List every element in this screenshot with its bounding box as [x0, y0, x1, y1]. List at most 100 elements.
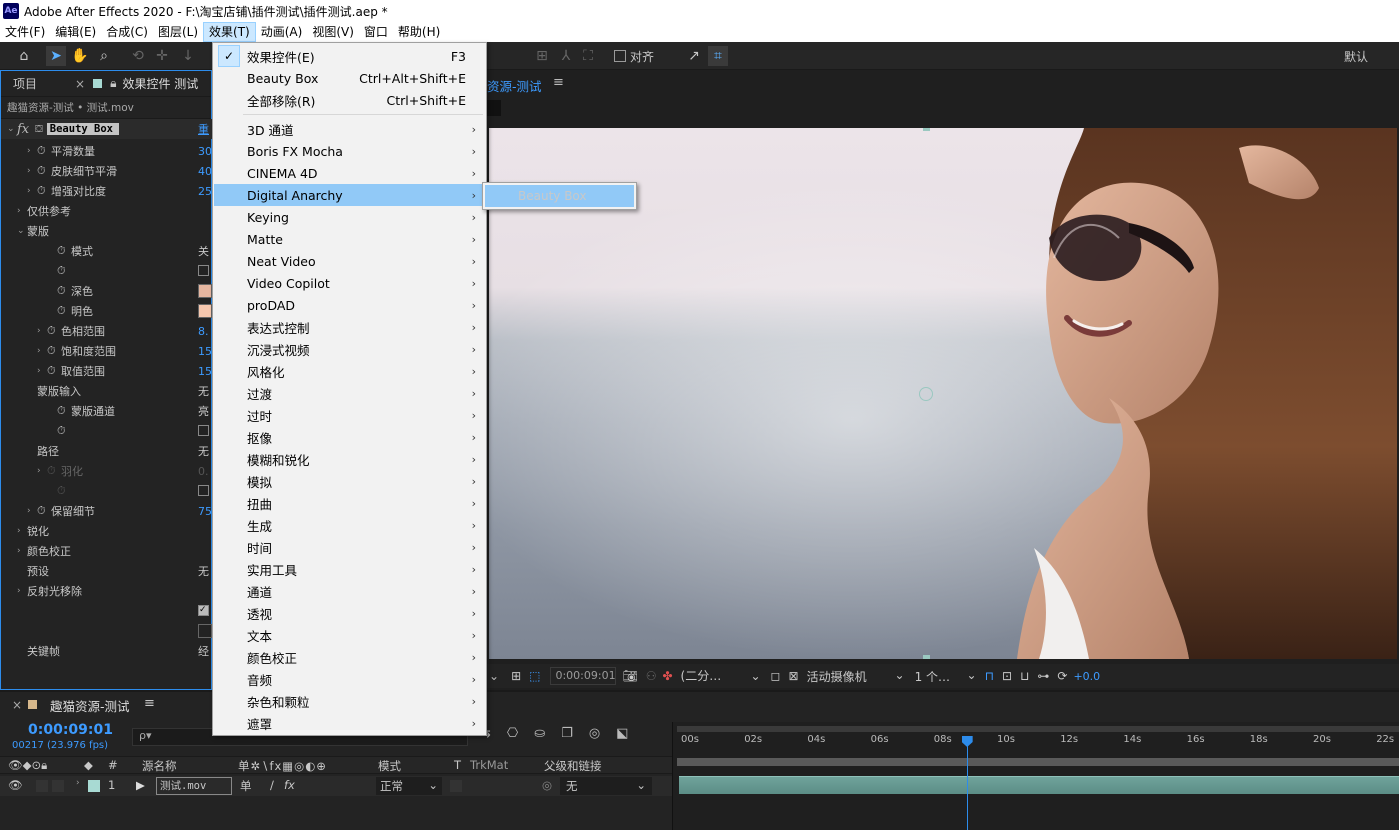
mask-visibility-icon[interactable]: ⬚: [529, 669, 540, 683]
menu-item[interactable]: Beauty Box Ctrl+Alt+Shift+E: [214, 67, 486, 89]
menu-category-item[interactable]: Video Copilot ›: [214, 272, 486, 294]
effect-param-row[interactable]: 路径 无: [1, 441, 213, 461]
blend-mode-select[interactable]: 正常 ⌄: [376, 777, 442, 795]
menu-category-item[interactable]: 风格化 ›: [214, 360, 486, 382]
panel-menu-icon[interactable]: ≡: [144, 696, 155, 711]
menu-effect[interactable]: 效果(T): [203, 22, 256, 42]
anchor-tool-icon[interactable]: ✛: [152, 46, 172, 66]
label-color-swatch[interactable]: [88, 780, 100, 792]
trkmat-select[interactable]: [450, 780, 462, 792]
layer-name[interactable]: 测试.mov: [156, 777, 232, 795]
fast-preview-icon[interactable]: ⊡: [1002, 669, 1012, 683]
expand-arrow-icon[interactable]: ›: [17, 206, 27, 216]
effect-param-row[interactable]: ⏱: [1, 261, 213, 281]
stopwatch-icon[interactable]: ⏱: [47, 344, 61, 358]
effect-param-row[interactable]: ⏱ 明色: [1, 301, 213, 321]
effect-param-row[interactable]: ⏱: [1, 481, 213, 501]
param-value[interactable]: 亮: [198, 403, 209, 419]
expand-arrow-icon[interactable]: ›: [37, 466, 47, 476]
menu-category-item[interactable]: 遮罩 ›: [214, 712, 486, 734]
menu-category-item[interactable]: 模糊和锐化 ›: [214, 448, 486, 470]
menu-category-item[interactable]: 音频 ›: [214, 668, 486, 690]
menu-category-item[interactable]: 颜色校正 ›: [214, 646, 486, 668]
motion-blur-icon[interactable]: ◎: [589, 726, 600, 741]
local-axis-icon[interactable]: ⊞: [532, 46, 552, 66]
menu-category-item[interactable]: 生成 ›: [214, 514, 486, 536]
selection-tool-icon[interactable]: ➤: [46, 46, 66, 66]
time-navigator[interactable]: [677, 758, 1399, 766]
column-source-name[interactable]: 源名称: [142, 758, 177, 774]
param-checkbox[interactable]: [198, 265, 209, 276]
effect-param-row[interactable]: › 反射光移除: [1, 581, 213, 601]
stopwatch-icon[interactable]: ⏱: [47, 324, 61, 338]
work-area-bar[interactable]: [677, 726, 1399, 732]
menu-file[interactable]: 文件(F): [0, 22, 50, 42]
effect-param-row[interactable]: › ⏱ 皮肤细节平滑 40: [1, 161, 213, 181]
effect-param-row[interactable]: 预设 无: [1, 561, 213, 581]
effect-param-row[interactable]: ⌄ 蒙版: [1, 221, 213, 241]
param-checkbox[interactable]: [198, 485, 209, 496]
menu-category-item[interactable]: Digital Anarchy ›: [214, 184, 486, 206]
fx-icon[interactable]: fx: [17, 122, 29, 137]
color-swatch[interactable]: [198, 284, 212, 298]
param-value[interactable]: 30: [198, 145, 212, 158]
stopwatch-icon[interactable]: ⏱: [47, 464, 61, 478]
world-axis-icon[interactable]: ⅄: [556, 46, 576, 66]
menu-category-item[interactable]: 杂色和颗粒 ›: [214, 690, 486, 712]
param-value[interactable]: 8.: [198, 325, 209, 338]
tab-project[interactable]: 项目: [13, 75, 37, 92]
menu-category-item[interactable]: Neat Video ›: [214, 250, 486, 272]
show-snapshot-icon[interactable]: ⚇: [646, 669, 657, 683]
effect-param-row[interactable]: ⏱ 深色: [1, 281, 213, 301]
magnification-dropdown-icon[interactable]: ⌄: [489, 669, 499, 683]
param-value[interactable]: 25: [198, 185, 212, 198]
expand-arrow-icon[interactable]: ›: [27, 186, 37, 196]
resolution-select[interactable]: (二分… ⌄: [681, 667, 761, 685]
timeline-comp-tab[interactable]: 趣猫资源-测试: [50, 696, 130, 715]
effect-reset-link[interactable]: 重: [198, 121, 209, 137]
comp-flowchart-icon[interactable]: ⎔: [507, 726, 518, 741]
effect-param-row[interactable]: [1, 621, 213, 641]
expand-arrow-icon[interactable]: ›: [27, 506, 37, 516]
region-of-interest-icon[interactable]: ◻: [771, 669, 781, 683]
comp-tab[interactable]: 资源-测试: [487, 76, 542, 95]
effect-switch-icon[interactable]: fx: [284, 778, 295, 792]
param-value[interactable]: 40: [198, 165, 212, 178]
layer-row[interactable]: 👁︎ › 1 ▶ 测试.mov 单 ∕ fx 正常 ⌄ ◎ 无 ⌄: [0, 776, 672, 796]
menu-window[interactable]: 窗口: [359, 22, 393, 42]
menu-item[interactable]: ✓ 效果控件(E) F3: [214, 45, 486, 67]
panel-menu-icon[interactable]: ≡: [553, 75, 564, 90]
stopwatch-icon[interactable]: ⏱: [57, 304, 71, 318]
close-tab-icon[interactable]: ×: [75, 77, 85, 91]
transparency-grid-icon[interactable]: ⊠: [789, 669, 799, 683]
stopwatch-icon[interactable]: ⏱: [37, 184, 51, 198]
effect-param-row[interactable]: › ⏱ 保留细节 75: [1, 501, 213, 521]
expand-arrow-icon[interactable]: ⌄: [17, 226, 27, 236]
param-value[interactable]: 15: [198, 365, 212, 378]
snap-checkbox[interactable]: [614, 50, 626, 62]
reset-exposure-icon[interactable]: ⟳: [1057, 669, 1067, 683]
param-checkbox[interactable]: [198, 425, 209, 436]
playhead-handle-icon[interactable]: [961, 736, 973, 747]
effect-param-row[interactable]: › 颜色校正: [1, 541, 213, 561]
param-button[interactable]: [198, 624, 212, 638]
zoom-tool-icon[interactable]: ⌕: [94, 46, 114, 66]
close-tab-icon[interactable]: ×: [12, 698, 22, 712]
menu-category-item[interactable]: 3D 通道 ›: [214, 118, 486, 140]
menu-category-item[interactable]: 抠像 ›: [214, 426, 486, 448]
stopwatch-icon[interactable]: ⏱: [37, 164, 51, 178]
pick-whip-icon[interactable]: ◎: [542, 778, 552, 792]
param-value[interactable]: 75: [198, 505, 212, 518]
hand-tool-icon[interactable]: ✋: [70, 46, 90, 66]
viewer-timecode[interactable]: 0:00:09:01: [550, 667, 617, 685]
effect-param-row[interactable]: › ⏱ 取值范围 15: [1, 361, 213, 381]
exposure-value[interactable]: +0.0: [1073, 670, 1100, 683]
expand-arrow-icon[interactable]: ›: [27, 166, 37, 176]
toggle-pixel-aspect-icon[interactable]: ⊓: [985, 669, 994, 683]
menu-category-item[interactable]: 沉浸式视频 ›: [214, 338, 486, 360]
menu-category-item[interactable]: 透视 ›: [214, 602, 486, 624]
menu-category-item[interactable]: 表达式控制 ›: [214, 316, 486, 338]
menu-category-item[interactable]: Matte ›: [214, 228, 486, 250]
param-value[interactable]: 15: [198, 345, 212, 358]
effect-param-row[interactable]: 关键帧 经: [1, 641, 213, 661]
